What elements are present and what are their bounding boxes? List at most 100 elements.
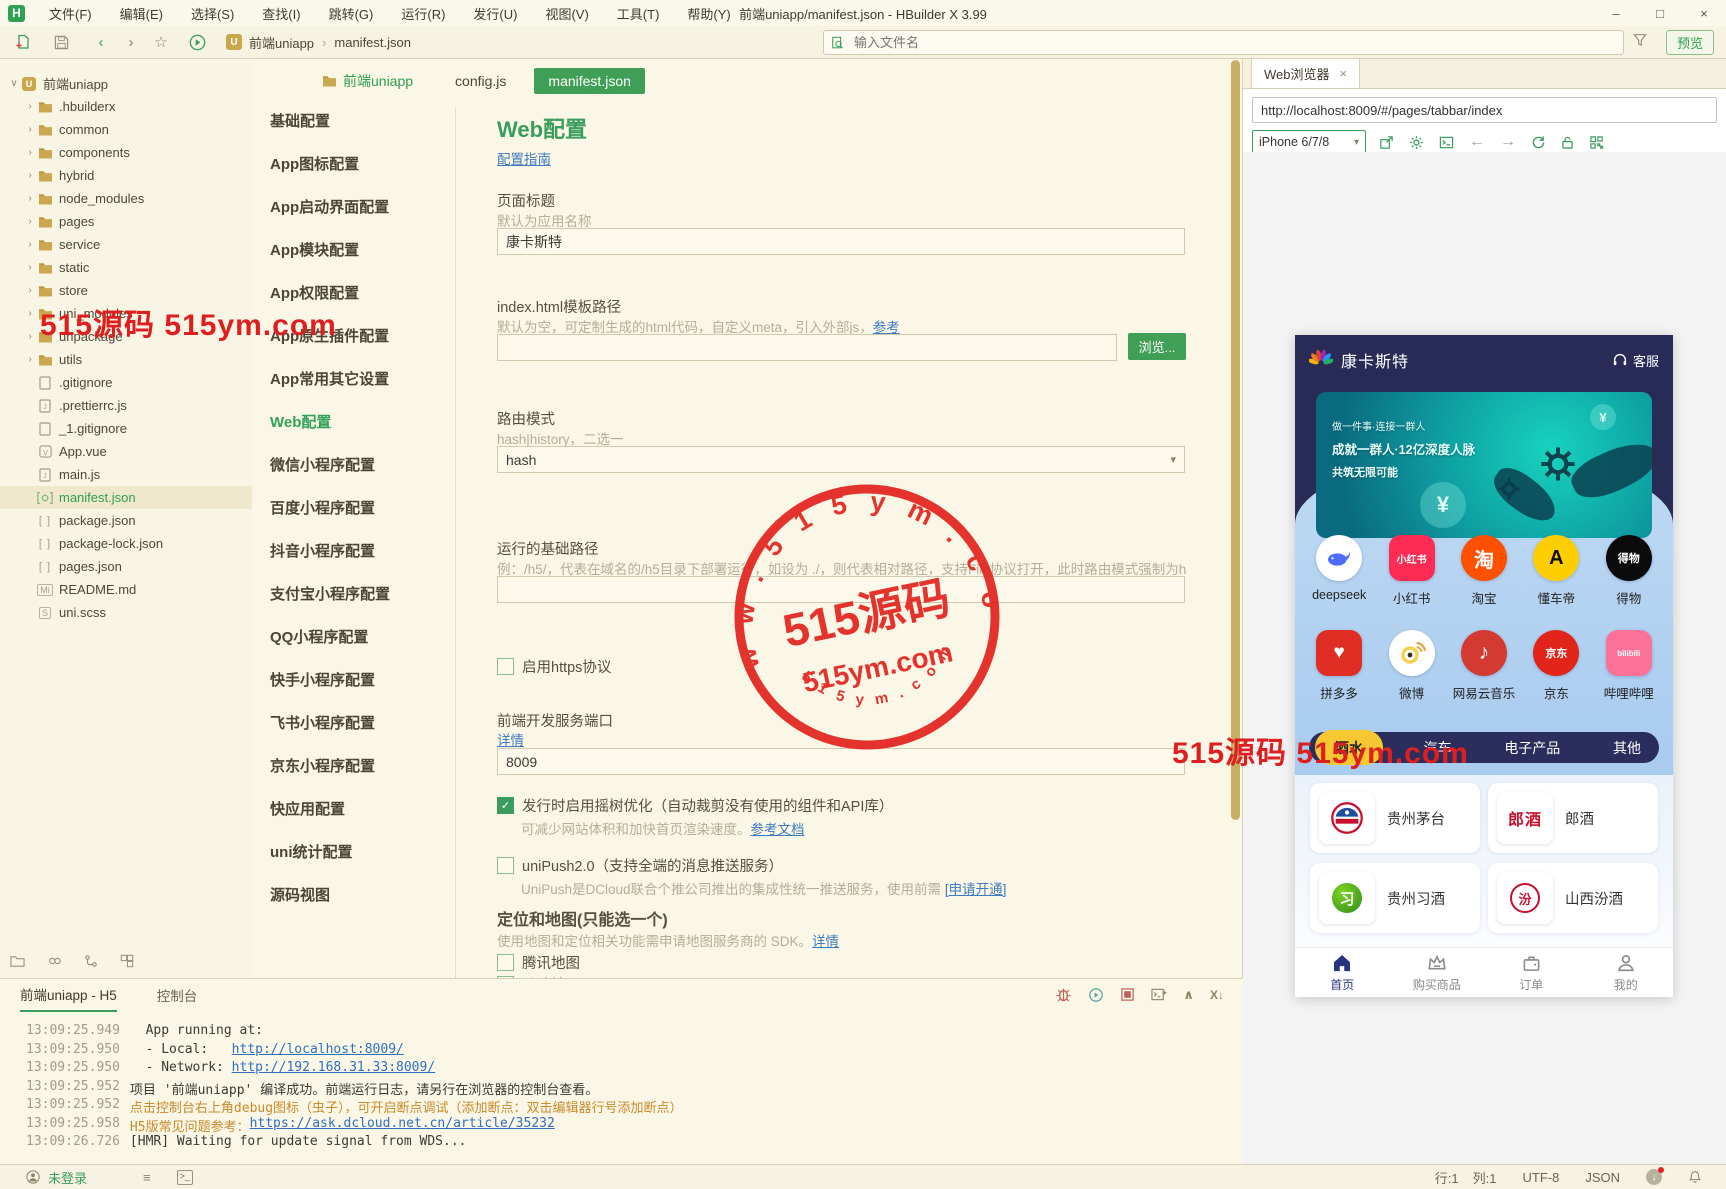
nav-item-App常用其它设置[interactable]: App常用其它设置 <box>270 368 455 389</box>
tree-row-utils[interactable]: ›utils <box>0 348 252 371</box>
lock-icon[interactable] <box>1561 134 1574 150</box>
tree-row-node_modules[interactable]: ›node_modules <box>0 187 252 210</box>
editor-tab-前端uniapp[interactable]: 前端uniapp <box>308 66 427 96</box>
nav-item-微信小程序配置[interactable]: 微信小程序配置 <box>270 454 455 475</box>
port-detail-link[interactable]: 详情 <box>497 729 524 749</box>
nav-item-快应用配置[interactable]: 快应用配置 <box>270 798 455 819</box>
chevron-right-icon[interactable]: › <box>24 239 36 250</box>
editor-scrollbar[interactable] <box>1231 60 1240 820</box>
phone-tab-我的[interactable]: 我的 <box>1579 948 1674 997</box>
config-guide-link[interactable]: 配置指南 <box>497 148 551 168</box>
app-懂车帝[interactable]: A懂车帝 <box>1523 535 1589 607</box>
minimize-button[interactable]: – <box>1594 0 1638 26</box>
map-detail-link[interactable]: 详情 <box>812 934 839 949</box>
app-京东[interactable]: 京东京东 <box>1523 630 1589 702</box>
preview-button[interactable]: 预览 <box>1666 30 1714 55</box>
menu-运行[interactable]: 运行(R) <box>387 0 459 26</box>
nav-item-百度小程序配置[interactable]: 百度小程序配置 <box>270 497 455 518</box>
unipush-apply-link[interactable]: [申请开通] <box>945 882 1007 897</box>
file-type[interactable]: JSON <box>1585 1170 1620 1185</box>
clear-logs-icon[interactable]: X↓ <box>1210 989 1224 1001</box>
chevron-right-icon[interactable]: › <box>24 124 36 135</box>
nav-item-Web配置[interactable]: Web配置 <box>270 411 455 432</box>
find-files-icon[interactable] <box>47 954 62 968</box>
tree-row-main.js[interactable]: Jmain.js <box>0 463 252 486</box>
product-card-贵州习酒[interactable]: 习贵州习酒 <box>1310 863 1480 933</box>
tree-row-_1.gitignore[interactable]: _1.gitignore <box>0 417 252 440</box>
chevron-right-icon[interactable]: › <box>24 170 36 181</box>
forward-icon[interactable]: › <box>116 29 146 55</box>
run-icon[interactable] <box>182 29 212 55</box>
phone-tab-首页[interactable]: 首页 <box>1295 948 1390 997</box>
terminal-icon[interactable]: >_ <box>177 1170 193 1185</box>
file-search-box[interactable] <box>823 30 1624 55</box>
log-link[interactable]: https://ask.dcloud.net.cn/article/35232 <box>250 1116 555 1135</box>
tree-row-manifest.json[interactable]: manifest.json <box>0 486 252 509</box>
product-card-山西汾酒[interactable]: 汾山西汾酒 <box>1488 863 1658 933</box>
tree-row-README.md[interactable]: MiREADME.md <box>0 578 252 601</box>
customer-service-button[interactable]: 客服 <box>1612 351 1659 370</box>
nav-item-QQ小程序配置[interactable]: QQ小程序配置 <box>270 626 455 647</box>
tree-row-store[interactable]: ›store <box>0 279 252 302</box>
menu-工具[interactable]: 工具(T) <box>603 0 674 26</box>
chevron-right-icon[interactable]: › <box>24 147 36 158</box>
tree-row-.gitignore[interactable]: .gitignore <box>0 371 252 394</box>
save-icon[interactable] <box>46 29 76 55</box>
app-小红书[interactable]: 小红书小红书 <box>1379 535 1445 607</box>
menu-视图[interactable]: 视图(V) <box>531 0 602 26</box>
nav-item-App模块配置[interactable]: App模块配置 <box>270 239 455 260</box>
console-tab-控制台[interactable]: 控制台 <box>157 979 198 1011</box>
refresh-icon[interactable] <box>1531 134 1546 150</box>
tree-row-hybrid[interactable]: ›hybrid <box>0 164 252 187</box>
terminal-add-icon[interactable] <box>1151 987 1167 1002</box>
chevron-right-icon[interactable]: › <box>24 285 36 296</box>
tree-row-前端uniapp[interactable]: ∨U前端uniapp <box>0 72 252 95</box>
outline-icon[interactable]: ≡ <box>143 1170 151 1185</box>
star-icon[interactable]: ☆ <box>146 29 176 55</box>
tencent-map-row[interactable]: 腾讯地图 <box>497 952 580 973</box>
tree-row-components[interactable]: ›components <box>0 141 252 164</box>
template-path-input[interactable] <box>497 334 1117 361</box>
filter-icon[interactable] <box>1633 33 1647 47</box>
tree-row-package.json[interactable]: [ ]package.json <box>0 509 252 532</box>
log-link[interactable]: http://192.168.31.33:8009/ <box>232 1060 436 1079</box>
template-ref-link[interactable]: 参考 <box>873 320 900 335</box>
https-checkbox[interactable] <box>497 658 514 675</box>
https-checkbox-row[interactable]: 启用https协议 <box>497 656 611 677</box>
scm-icon[interactable] <box>84 954 98 968</box>
tree-row-common[interactable]: ›common <box>0 118 252 141</box>
product-card-贵州茅台[interactable]: 贵州茅台 <box>1310 783 1480 853</box>
chevron-right-icon[interactable]: › <box>24 262 36 273</box>
chevron-right-icon[interactable]: › <box>24 101 36 112</box>
chevron-right-icon[interactable]: › <box>24 193 36 204</box>
console-box-icon[interactable] <box>1439 134 1454 150</box>
app-哔哩哔哩[interactable]: bilibili哔哩哔哩 <box>1596 630 1662 702</box>
chevron-down-icon[interactable]: ∨ <box>8 78 20 89</box>
url-input[interactable] <box>1253 103 1716 118</box>
tree-row-.prettierrc.js[interactable]: J.prettierrc.js <box>0 394 252 417</box>
maximize-button[interactable]: □ <box>1638 0 1682 26</box>
qr-icon[interactable] <box>1589 134 1604 150</box>
unipush-checkbox-row[interactable]: uniPush2.0（支持全端的消息推送服务） <box>497 855 783 876</box>
breadcrumb-file[interactable]: manifest.json <box>334 35 411 50</box>
encoding[interactable]: UTF-8 <box>1522 1170 1559 1185</box>
close-tab-icon[interactable]: × <box>1340 66 1348 81</box>
nav-item-快手小程序配置[interactable]: 快手小程序配置 <box>270 669 455 690</box>
banner-carousel[interactable]: ¥ ¥ 做一件事·连接一群人 成就一群人·12亿深度人脉 共筑无限可能 <box>1316 392 1652 538</box>
address-bar[interactable] <box>1252 97 1717 123</box>
update-icon[interactable]: ↓ <box>1646 1169 1662 1185</box>
treeshake-doc-link[interactable]: 参考文档 <box>751 822 805 837</box>
app-得物[interactable]: 得物得物 <box>1596 535 1662 607</box>
app-微博[interactable]: 微博 <box>1379 630 1445 702</box>
close-button[interactable]: × <box>1682 0 1726 26</box>
nav-item-支付宝小程序配置[interactable]: 支付宝小程序配置 <box>270 583 455 604</box>
nav-item-抖音小程序配置[interactable]: 抖音小程序配置 <box>270 540 455 561</box>
nav-item-飞书小程序配置[interactable]: 飞书小程序配置 <box>270 712 455 733</box>
search-input[interactable] <box>852 34 1623 51</box>
arrow-left-icon[interactable]: ← <box>1469 134 1485 150</box>
treeshake-checkbox-row[interactable]: ✓ 发行时启用摇树优化（自动裁剪没有使用的组件和API库） <box>497 795 893 816</box>
device-selector[interactable]: iPhone 6/7/8 ▾ <box>1252 130 1366 154</box>
menu-跳转[interactable]: 跳转(G) <box>315 0 388 26</box>
menu-帮助[interactable]: 帮助(Y) <box>673 0 744 26</box>
tree-row-pages[interactable]: ›pages <box>0 210 252 233</box>
